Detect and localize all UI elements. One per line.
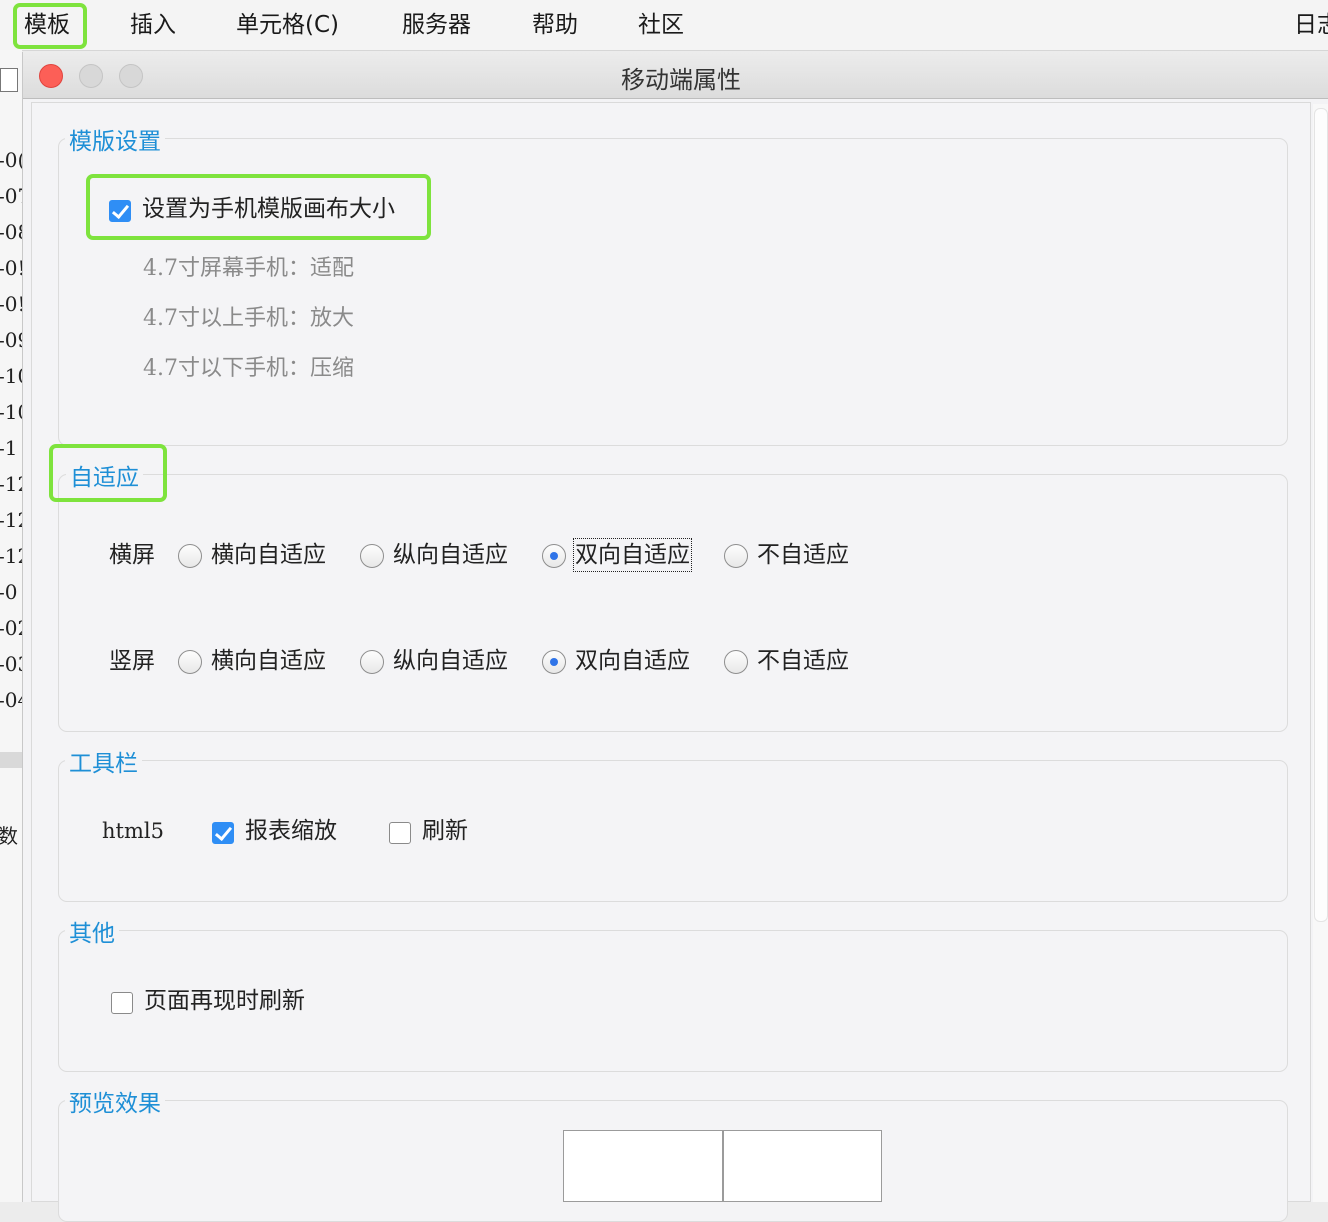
portrait-label: 竖屏: [109, 648, 155, 674]
report-zoom-label[interactable]: 报表缩放: [245, 816, 337, 846]
divider: [0, 752, 22, 768]
landscape-none-radio[interactable]: [724, 544, 748, 568]
html5-label: html5: [102, 819, 164, 843]
row-label: -08: [0, 220, 22, 244]
landscape-vertical-label[interactable]: 纵向自适应: [393, 540, 508, 570]
menu-bar: 模板 插入 单元格(C) 服务器 帮助 社区 日志: [0, 0, 1328, 51]
portrait-bidirectional-label[interactable]: 双向自适应: [575, 646, 690, 676]
preview-legend: 预览效果: [65, 1084, 165, 1118]
adaptive-highlight: [49, 444, 167, 502]
row-label: -09: [0, 328, 22, 352]
row-label: -04: [0, 688, 22, 712]
menu-log[interactable]: 日志: [1294, 9, 1328, 41]
row-label: -0!: [0, 292, 22, 316]
menu-insert[interactable]: 插入: [130, 9, 176, 41]
bottom-label: 数: [0, 824, 18, 848]
row-label: -12: [0, 472, 22, 496]
refresh-label[interactable]: 刷新: [422, 816, 468, 846]
report-zoom-checkbox[interactable]: [212, 822, 234, 844]
row-label: -07: [0, 184, 22, 208]
dialog-title: 移动端属性: [621, 66, 741, 94]
row-label: -0(: [0, 148, 22, 172]
sheet-icon: [0, 68, 18, 92]
row-label: -12: [0, 544, 22, 568]
template-settings-legend: 模版设置: [65, 122, 165, 156]
portrait-none-radio[interactable]: [724, 650, 748, 674]
refresh-on-reappear-label[interactable]: 页面再现时刷新: [144, 986, 305, 1016]
menu-community[interactable]: 社区: [638, 9, 684, 41]
menu-server[interactable]: 服务器: [402, 9, 471, 41]
canvas-size-label[interactable]: 设置为手机模版画布大小: [142, 194, 395, 224]
adaptive-group: [58, 474, 1288, 732]
row-label: -12: [0, 508, 22, 532]
preview-box-right: [723, 1130, 882, 1202]
portrait-vertical-label[interactable]: 纵向自适应: [393, 646, 508, 676]
menu-help[interactable]: 帮助: [532, 9, 578, 41]
portrait-bidirectional-radio[interactable]: [542, 650, 566, 674]
portrait-vertical-radio[interactable]: [360, 650, 384, 674]
note-enlarge: 4.7寸以上手机：放大: [143, 306, 354, 331]
row-label: -0!: [0, 256, 22, 280]
menu-cell[interactable]: 单元格(C): [236, 9, 339, 41]
refresh-checkbox[interactable]: [389, 822, 411, 844]
row-label: -10: [0, 364, 22, 388]
portrait-horizontal-label[interactable]: 横向自适应: [211, 646, 326, 676]
note-adapt: 4.7寸屏幕手机：适配: [143, 256, 354, 281]
landscape-vertical-radio[interactable]: [360, 544, 384, 568]
background-sheet-strip: -0( -07 -08 -0! -0! -09 -10 -10 -1 -12 -…: [0, 50, 22, 1202]
row-label: -0: [0, 580, 18, 604]
landscape-bidirectional-radio[interactable]: [542, 544, 566, 568]
portrait-horizontal-radio[interactable]: [178, 650, 202, 674]
landscape-bidirectional-label[interactable]: 双向自适应: [573, 538, 692, 572]
row-label: -10: [0, 400, 22, 424]
landscape-none-label[interactable]: 不自适应: [757, 540, 849, 570]
scrollbar-thumb[interactable]: [1314, 108, 1328, 922]
row-label: -03: [0, 652, 22, 676]
mobile-properties-dialog: 移动端属性 模版设置 设置为手机模版画布大小 4.7寸屏幕手机：适配 4.7寸以…: [22, 52, 1328, 1222]
other-legend: 其他: [65, 914, 119, 948]
menu-template-highlight: [13, 3, 87, 49]
landscape-horizontal-radio[interactable]: [178, 544, 202, 568]
dialog-titlebar: 移动端属性: [23, 52, 1328, 99]
note-compress: 4.7寸以下手机：压缩: [143, 356, 354, 381]
canvas-size-checkbox[interactable]: [109, 200, 131, 222]
row-label: -1: [0, 436, 18, 460]
landscape-horizontal-label[interactable]: 横向自适应: [211, 540, 326, 570]
preview-box-left: [563, 1130, 723, 1202]
portrait-none-label[interactable]: 不自适应: [757, 646, 849, 676]
row-label: -02: [0, 616, 22, 640]
refresh-on-reappear-checkbox[interactable]: [111, 992, 133, 1014]
landscape-label: 横屏: [109, 542, 155, 568]
toolbar-group: [58, 760, 1288, 902]
toolbar-legend: 工具栏: [65, 744, 142, 778]
